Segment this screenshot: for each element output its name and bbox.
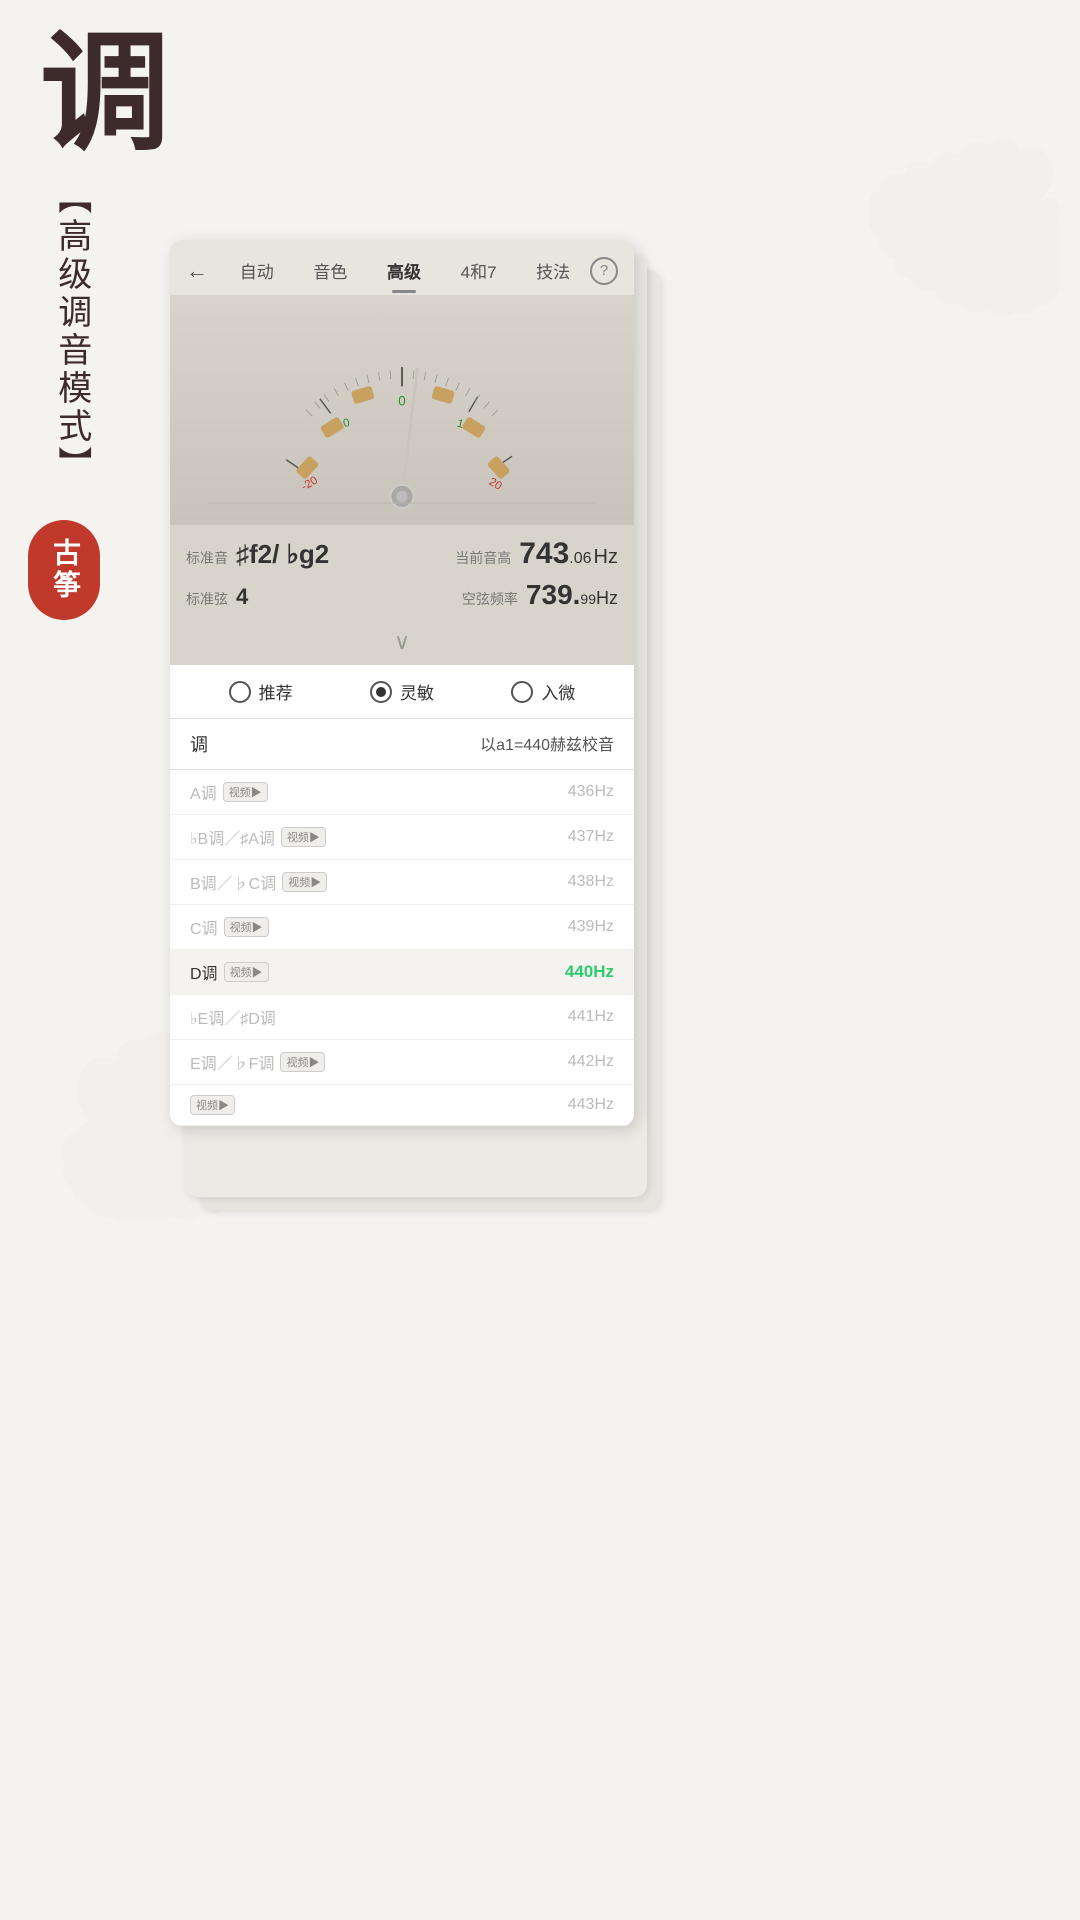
back-button[interactable]: ← bbox=[186, 258, 208, 284]
main-card: ← 自动 音色 高级 4和7 技法 ? bbox=[170, 240, 634, 1126]
page-subtitle-vertical: 【高级调音模式】 bbox=[50, 180, 91, 484]
row-freq: 441Hz bbox=[568, 1008, 614, 1026]
open-string-label: 空弦频率 bbox=[462, 589, 518, 609]
row-key: B调／♭C调 视频▶ bbox=[190, 870, 327, 894]
row-freq: 436Hz bbox=[568, 783, 614, 801]
key-frequency-table: A调 视频▶ 436Hz ♭B调／♯A调 视频▶ 437Hz B调／♭C调 视频… bbox=[170, 770, 634, 1126]
gauge-container: 0 -10 -20 -30 10 bbox=[180, 315, 624, 515]
current-pitch-label: 当前音高 bbox=[455, 548, 511, 568]
sensitivity-recommended[interactable]: 推荐 bbox=[229, 679, 293, 704]
table-row[interactable]: ♭B调／♯A调 视频▶ 437Hz bbox=[170, 815, 634, 860]
sensitivity-sensitive[interactable]: 灵敏 bbox=[370, 679, 434, 704]
gauge-svg: 0 -10 -20 -30 10 bbox=[180, 315, 624, 515]
instrument-badge: 古筝 bbox=[28, 520, 100, 620]
current-freq-decimal: .06 bbox=[569, 550, 591, 568]
page-title-character: 调 bbox=[40, 30, 170, 160]
standard-string-label: 标准弦 bbox=[186, 589, 228, 609]
standard-note-label: 标准音 bbox=[186, 548, 228, 568]
tab-timbre[interactable]: 音色 bbox=[307, 254, 353, 287]
sensitivity-sensitive-label: 灵敏 bbox=[400, 679, 434, 704]
table-row[interactable]: A调 视频▶ 436Hz bbox=[170, 770, 634, 815]
video-badge[interactable]: 视频▶ bbox=[190, 1095, 235, 1115]
standard-string-value: 4 bbox=[236, 584, 248, 610]
open-freq-value: 739. bbox=[526, 579, 581, 611]
current-note-row: 标准音 ♯f2/ ♭g2 当前音高 743.06Hz bbox=[186, 537, 618, 571]
nav-tabs: 自动 音色 高级 4和7 技法 bbox=[220, 254, 590, 287]
sensitivity-row: 推荐 灵敏 入微 bbox=[170, 665, 634, 719]
table-row[interactable]: 视频▶ 443Hz bbox=[170, 1085, 634, 1126]
tab-advanced[interactable]: 高级 bbox=[381, 254, 427, 287]
tuner-info: 标准音 ♯f2/ ♭g2 当前音高 743.06Hz 标准弦 4 空弦频率 73… bbox=[170, 525, 634, 619]
row-key: A调 视频▶ bbox=[190, 780, 268, 804]
sensitivity-fine[interactable]: 入微 bbox=[511, 679, 575, 704]
sensitivity-fine-label: 入微 bbox=[541, 679, 575, 704]
help-button[interactable]: ? bbox=[590, 257, 618, 285]
table-header-key-label: 调 bbox=[190, 731, 208, 757]
table-row[interactable]: E调／♭F调 视频▶ 442Hz bbox=[170, 1040, 634, 1085]
row-key: 视频▶ bbox=[190, 1095, 235, 1115]
table-header-freq-label: 以a1=440赫兹校音 bbox=[480, 731, 614, 757]
radio-sensitive[interactable] bbox=[370, 681, 392, 703]
video-badge[interactable]: 视频▶ bbox=[281, 827, 326, 847]
table-header: 调 以a1=440赫兹校音 bbox=[170, 719, 634, 770]
video-badge[interactable]: 视频▶ bbox=[280, 1052, 325, 1072]
table-row-active[interactable]: D调 视频▶ 440Hz bbox=[170, 950, 634, 995]
current-freq-value: 743 bbox=[519, 537, 569, 571]
tuner-gauge-area: 0 -10 -20 -30 10 bbox=[170, 295, 634, 525]
sensitivity-recommended-label: 推荐 bbox=[259, 679, 293, 704]
video-badge[interactable]: 视频▶ bbox=[224, 962, 269, 982]
expand-row[interactable]: ∨ bbox=[170, 619, 634, 665]
table-row[interactable]: B调／♭C调 视频▶ 438Hz bbox=[170, 860, 634, 905]
row-key: D调 视频▶ bbox=[190, 960, 269, 984]
tab-4and7[interactable]: 4和7 bbox=[455, 254, 503, 287]
row-key: E调／♭F调 视频▶ bbox=[190, 1050, 325, 1074]
row-freq-active: 440Hz bbox=[565, 962, 614, 982]
row-freq: 439Hz bbox=[568, 918, 614, 936]
current-freq-unit: Hz bbox=[594, 546, 618, 569]
cloud-decoration-top bbox=[860, 140, 1060, 320]
row-freq: 437Hz bbox=[568, 828, 614, 846]
open-string-row: 标准弦 4 空弦频率 739.99Hz bbox=[186, 579, 618, 611]
table-row[interactable]: ♭E调／♯D调 441Hz bbox=[170, 995, 634, 1040]
radio-recommended[interactable] bbox=[229, 681, 251, 703]
row-key: C调 视频▶ bbox=[190, 915, 269, 939]
row-key: ♭B调／♯A调 视频▶ bbox=[190, 825, 326, 849]
row-freq: 443Hz bbox=[568, 1096, 614, 1114]
video-badge[interactable]: 视频▶ bbox=[224, 917, 269, 937]
open-freq-decimal: 99 bbox=[580, 591, 596, 607]
svg-text:0: 0 bbox=[398, 393, 405, 408]
chevron-down-icon: ∨ bbox=[394, 629, 410, 655]
open-freq-unit: Hz bbox=[596, 588, 618, 609]
row-key: ♭E调／♯D调 bbox=[190, 1005, 276, 1029]
video-badge[interactable]: 视频▶ bbox=[282, 872, 327, 892]
video-badge[interactable]: 视频▶ bbox=[223, 782, 268, 802]
nav-bar: ← 自动 音色 高级 4和7 技法 ? bbox=[170, 240, 634, 295]
tab-auto[interactable]: 自动 bbox=[234, 254, 280, 287]
tab-technique[interactable]: 技法 bbox=[530, 254, 576, 287]
card-stack: ← 自动 音色 高级 4和7 技法 ? bbox=[170, 240, 650, 1126]
table-row[interactable]: C调 视频▶ 439Hz bbox=[170, 905, 634, 950]
row-freq: 438Hz bbox=[568, 873, 614, 891]
radio-fine[interactable] bbox=[511, 681, 533, 703]
standard-note-value: ♯f2/ ♭g2 bbox=[236, 539, 329, 570]
row-freq: 442Hz bbox=[568, 1053, 614, 1071]
